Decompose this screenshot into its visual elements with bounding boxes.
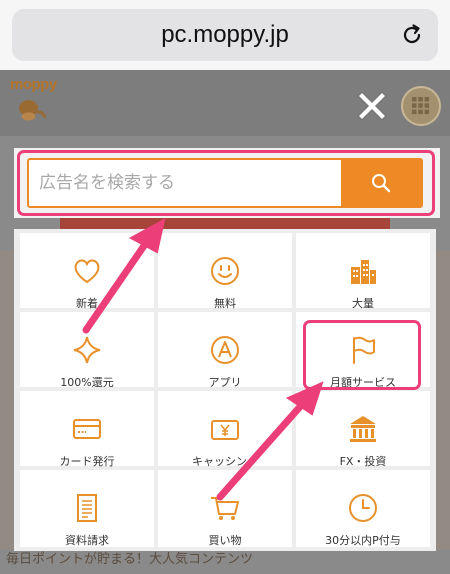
- arrow-to-monthly: [216, 396, 310, 501]
- arrow-to-search: [82, 236, 152, 334]
- arrow-to-search-head: [128, 218, 166, 254]
- annotation-arrows: [82, 218, 324, 501]
